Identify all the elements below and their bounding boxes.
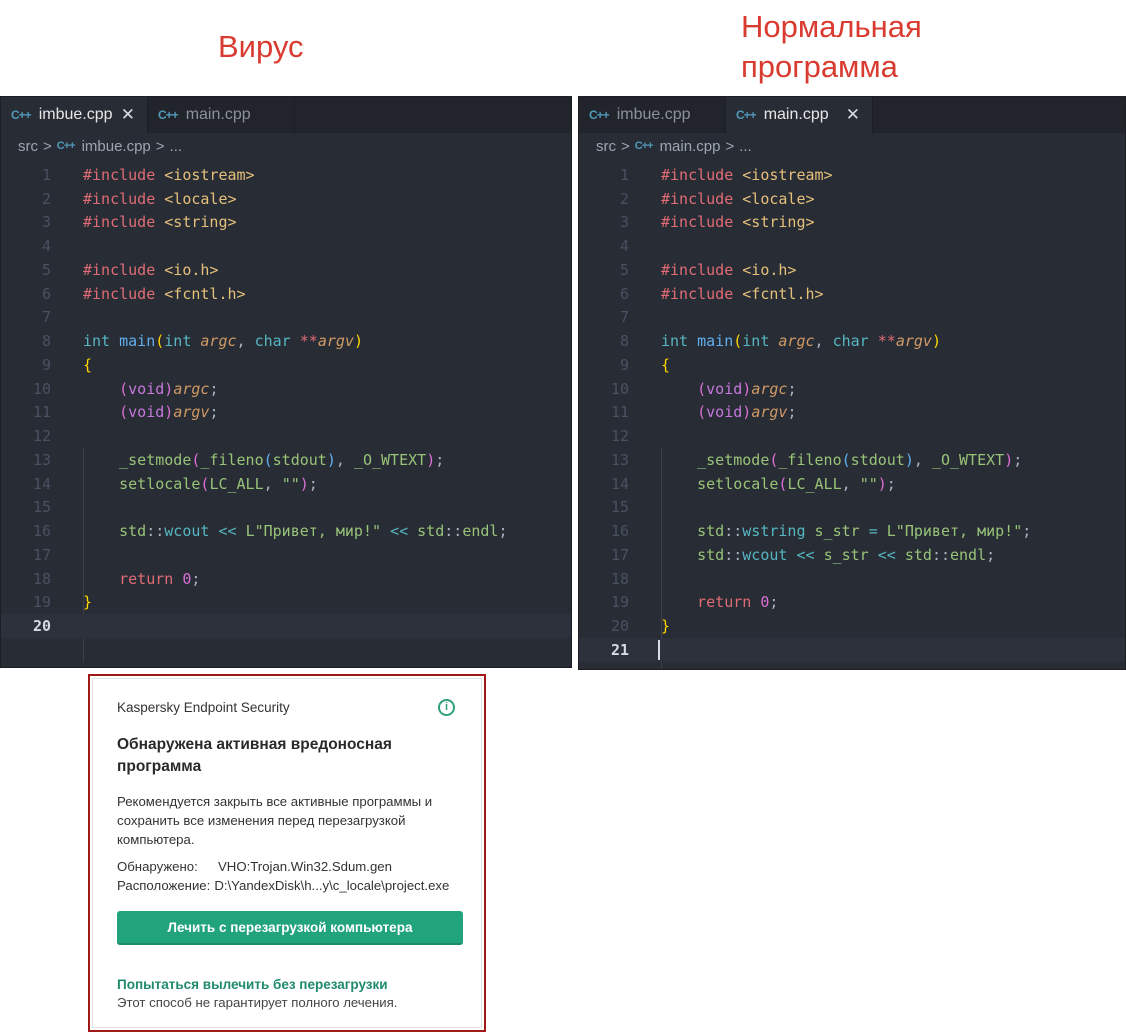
code-line: 10 (void)argc; xyxy=(610,379,797,398)
breadcrumb-tail[interactable]: ... xyxy=(739,138,752,155)
cpp-file-icon: C++ xyxy=(11,108,32,122)
code-line: 8 int main(int argc, char **argv) xyxy=(41,332,363,351)
breadcrumb-folder[interactable]: src xyxy=(18,138,38,155)
tab-main-cpp[interactable]: C++ main.cpp xyxy=(148,97,295,133)
code-line: 3 #include <string> xyxy=(41,213,237,232)
detected-value: VHO:Trojan.Win32.Sdum.gen xyxy=(218,859,392,874)
code-line: 1 #include <iostream> xyxy=(41,165,255,184)
app-name: Kaspersky Endpoint Security xyxy=(117,699,290,715)
tab-label: imbue.cpp xyxy=(38,106,113,123)
code-line: 18 return 0; xyxy=(32,569,201,588)
code-line: 16 std::wstring s_str = L"Привет, мир!"; xyxy=(610,522,1032,541)
cpp-file-icon: C++ xyxy=(56,140,76,152)
tab-imbue-cpp[interactable]: C++ imbue.cpp xyxy=(579,97,726,133)
code-area[interactable]: 1 #include <iostream> 2 #include <locale> … xyxy=(1,163,571,662)
disinfect-note: Этот способ не гарантирует полного лечен… xyxy=(117,995,398,1010)
disinfect-with-reboot-button[interactable]: Лечить с перезагрузкой компьютера xyxy=(117,911,463,945)
code-line: 2 #include <locale> xyxy=(41,189,237,208)
caption-virus: Вирус xyxy=(218,29,304,64)
code-line: 16 std::wcout << L"Привет, мир!" << std:… xyxy=(32,522,508,541)
code-line: 3 #include <string> xyxy=(619,213,815,232)
code-line: 18 xyxy=(610,569,629,588)
cpp-file-icon: C++ xyxy=(634,140,654,152)
code-line: 5 #include <io.h> xyxy=(619,260,797,279)
info-icon[interactable]: i xyxy=(438,698,455,716)
code-line: 7 xyxy=(619,308,629,327)
chevron-right-icon: > xyxy=(43,137,52,155)
code-area[interactable]: 1 #include <iostream> 2 #include <locale> … xyxy=(579,163,1125,669)
code-line: 4 xyxy=(41,237,51,256)
breadcrumb-folder[interactable]: src xyxy=(596,138,616,155)
cpp-file-icon: C++ xyxy=(736,108,757,122)
breadcrumb-tail[interactable]: ... xyxy=(170,138,183,155)
breadcrumb: src > C++ main.cpp > ... xyxy=(579,133,1125,159)
editor-virus: C++ imbue.cpp ✕ C++ main.cpp src > C++ i… xyxy=(0,96,572,668)
code-line: 12 xyxy=(610,427,629,446)
chevron-right-icon: > xyxy=(621,137,630,155)
dialog-message: Рекомендуется закрыть все активные прогр… xyxy=(117,794,433,847)
chevron-right-icon: > xyxy=(725,137,735,155)
detection-info: Обнаружено: VHO:Trojan.Win32.Sdum.gen Рас… xyxy=(117,857,457,895)
breadcrumb: src > C++ imbue.cpp > ... xyxy=(1,133,571,159)
code-line: 17 std::wcout << s_str << std::endl; xyxy=(610,545,996,564)
editor-normal-program: C++ imbue.cpp C++ main.cpp ✕ src > C++ m… xyxy=(578,96,1126,670)
chevron-right-icon: > xyxy=(155,137,165,155)
code-line: 5 #include <io.h> xyxy=(41,260,219,279)
tab-imbue-cpp[interactable]: C++ imbue.cpp ✕ xyxy=(1,97,148,133)
code-line: 2 #include <locale> xyxy=(619,189,815,208)
code-line: 6 #include <fcntl.h> xyxy=(619,284,824,303)
code-line: 12 xyxy=(32,427,51,446)
cpp-file-icon: C++ xyxy=(589,108,610,122)
close-icon[interactable]: ✕ xyxy=(846,105,860,125)
location-label: Расположение: xyxy=(117,878,211,893)
tab-label: main.cpp xyxy=(763,106,829,123)
tab-label: imbue.cpp xyxy=(616,106,691,123)
kaspersky-alert-dialog: Kaspersky Endpoint Security i Обнаружена… xyxy=(88,674,486,1032)
text-cursor xyxy=(658,639,660,660)
code-line: 13 _setmode(_fileno(stdout), _O_WTEXT); xyxy=(610,450,1023,469)
code-line: 15 xyxy=(32,498,51,517)
code-line: 15 xyxy=(610,498,629,517)
code-line: 4 xyxy=(619,237,629,256)
disinfect-without-reboot-link[interactable]: Попытаться вылечить без перезагрузки xyxy=(117,977,457,992)
dialog-title: Обнаружена активная вредоносная программ… xyxy=(117,736,392,775)
code-line: 13 _setmode(_fileno(stdout), _O_WTEXT); xyxy=(32,450,445,469)
code-line: 19 return 0; xyxy=(610,593,779,612)
tab-bar: C++ imbue.cpp ✕ C++ main.cpp xyxy=(1,97,571,133)
tab-bar: C++ imbue.cpp C++ main.cpp ✕ xyxy=(579,97,1125,133)
code-line: 1 #include <iostream> xyxy=(619,165,833,184)
code-line: 11 (void)argv; xyxy=(32,403,219,422)
code-line: 8 int main(int argc, char **argv) xyxy=(619,332,941,351)
code-line: 9{ xyxy=(619,355,671,374)
code-line: 10 (void)argc; xyxy=(32,379,219,398)
code-line: 19} xyxy=(32,593,93,612)
breadcrumb-file[interactable]: imbue.cpp xyxy=(82,138,151,155)
dialog-header: Kaspersky Endpoint Security i xyxy=(117,696,457,718)
breadcrumb-file[interactable]: main.cpp xyxy=(660,138,721,155)
code-line: 9{ xyxy=(41,355,93,374)
tab-label: main.cpp xyxy=(185,106,251,123)
tab-main-cpp[interactable]: C++ main.cpp ✕ xyxy=(726,97,873,133)
code-line: 7 xyxy=(41,308,51,327)
code-line: 17 xyxy=(32,545,51,564)
detected-label: Обнаружено: xyxy=(117,859,198,874)
close-icon[interactable]: ✕ xyxy=(121,105,135,125)
code-line: 6 #include <fcntl.h> xyxy=(41,284,246,303)
cpp-file-icon: C++ xyxy=(158,108,179,122)
code-line: 14 setlocale(LC_ALL, ""); xyxy=(610,474,896,493)
location-value: D:\YandexDisk\h...y\c_locale\project.exe xyxy=(214,878,450,893)
code-line-current: 21 xyxy=(579,638,1125,662)
code-line-current: 20 xyxy=(1,614,571,638)
caption-normal-program: Нормальная программа xyxy=(741,9,922,84)
code-line: 11 (void)argv; xyxy=(610,403,797,422)
code-line: 20} xyxy=(610,617,671,636)
code-line: 14 setlocale(LC_ALL, ""); xyxy=(32,474,318,493)
